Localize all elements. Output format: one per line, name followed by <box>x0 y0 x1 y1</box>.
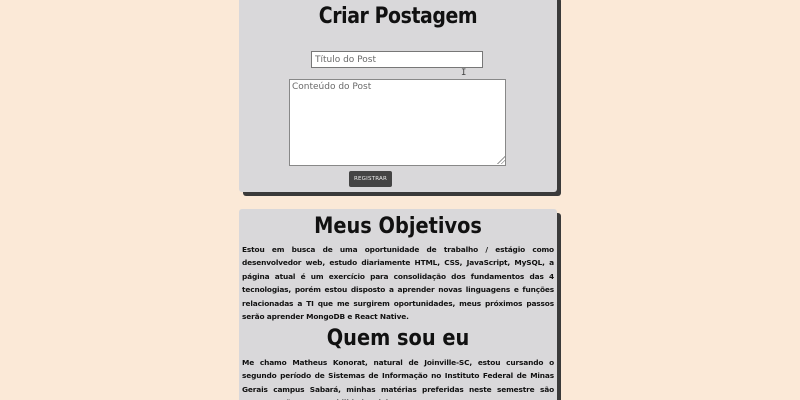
about-heading: Quem sou eu <box>326 326 470 351</box>
goals-paragraph: Estou em busca de uma oportunidade de tr… <box>242 245 554 322</box>
goals-heading: Meus Objetivos <box>314 214 482 239</box>
about-paragraph: Me chamo Matheus Konorat, natural de Joi… <box>242 358 554 400</box>
resize-grip-icon[interactable] <box>497 156 505 164</box>
i-beam-cursor-icon: I <box>461 68 467 78</box>
register-button[interactable]: REGISTRAR <box>349 171 392 187</box>
create-post-title: Criar Postagem <box>318 4 478 29</box>
post-title-input[interactable] <box>311 51 483 68</box>
create-post-card: Criar Postagem REGISTRAR <box>239 0 557 192</box>
post-content-textarea[interactable] <box>289 79 506 166</box>
about-card: Meus Objetivos Estou em busca de uma opo… <box>239 209 557 400</box>
page: Criar Postagem REGISTRAR I Meus Objetivo… <box>0 0 800 400</box>
